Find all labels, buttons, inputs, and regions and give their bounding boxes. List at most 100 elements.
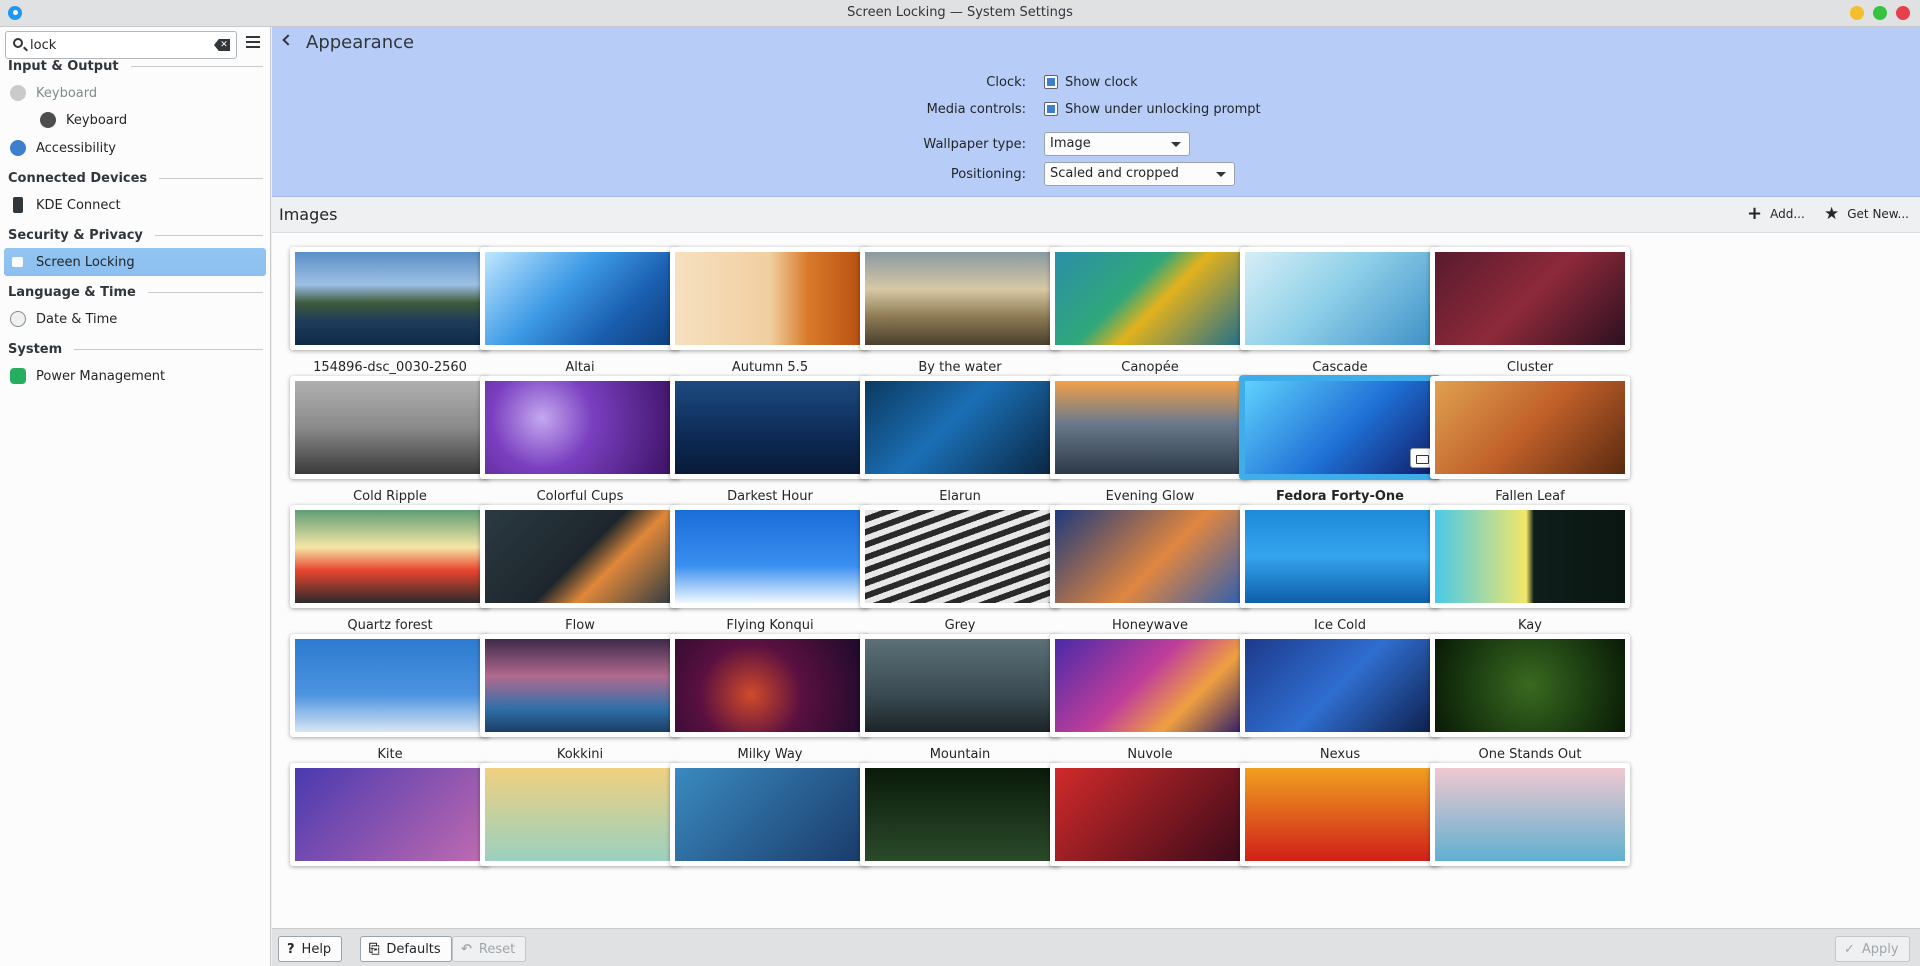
search-input[interactable] <box>30 36 210 54</box>
wallpaper-thumbnail[interactable] <box>670 763 870 866</box>
get-new-button[interactable]: ★ Get New... <box>1824 206 1909 223</box>
wallpaper-tile[interactable]: FlowSandra Smukaste <box>480 505 680 655</box>
sidebar-item-keyboard[interactable]: Keyboard <box>4 106 266 134</box>
wallpaper-thumbnail[interactable] <box>1050 634 1250 737</box>
wallpaper-preview-image <box>865 510 1055 603</box>
hamburger-menu-icon[interactable] <box>246 36 260 48</box>
wallpaper-thumbnail[interactable] <box>480 376 680 479</box>
wallpaper-preview-image <box>485 639 675 732</box>
wallpaper-tile[interactable]: 154896-dsc_0030-2560 <box>290 247 490 397</box>
search-field[interactable]: ✕ <box>5 31 237 59</box>
wallpaper-thumbnail[interactable] <box>1050 505 1250 608</box>
wallpaper-thumbnail[interactable] <box>290 763 490 866</box>
wallpaper-tile[interactable]: Fallen LeafMartin Klapetek <box>1430 376 1630 526</box>
wallpaper-thumbnail[interactable] <box>860 376 1060 479</box>
wallpaper-tile[interactable]: CascadeKen Vermette <box>1240 247 1440 397</box>
clear-search-icon[interactable]: ✕ <box>214 39 230 51</box>
wallpaper-tile[interactable]: Ice ColdSantiago Cézar <box>1240 505 1440 655</box>
sidebar-item-accessibility[interactable]: Accessibility <box>4 134 266 162</box>
wallpaper-thumbnail[interactable] <box>290 247 490 350</box>
back-arrow-icon[interactable] <box>282 34 294 46</box>
wallpaper-tile[interactable] <box>480 763 680 913</box>
sidebar-item-screen-locking[interactable]: Screen Locking <box>4 248 266 276</box>
wallpaper-tile[interactable]: Kayruvkr <box>1430 505 1630 655</box>
wallpaper-thumbnail[interactable] <box>860 634 1060 737</box>
positioning-dropdown[interactable]: Scaled and cropped <box>1044 162 1235 186</box>
wallpaper-tile[interactable]: NuvoleKrystian Zajdel <box>1050 634 1250 784</box>
wallpaper-thumbnail[interactable] <box>480 763 680 866</box>
wallpaper-tile[interactable] <box>1430 763 1630 913</box>
wallpaper-tile[interactable] <box>860 763 1060 913</box>
sidebar-item-power-management[interactable]: Power Management <box>4 362 266 390</box>
sidebar-item-keyboard-parent[interactable]: Keyboard <box>4 79 266 107</box>
wallpaper-thumbnail[interactable] <box>480 634 680 737</box>
media-controls-option-label[interactable]: Show under unlocking prompt <box>1065 102 1261 117</box>
wallpaper-tile[interactable] <box>290 763 490 913</box>
wallpaper-tile[interactable]: HoneywaveKen Vermette <box>1050 505 1250 655</box>
show-clock-checkbox[interactable] <box>1044 75 1058 89</box>
wallpaper-thumbnail[interactable] <box>1240 247 1440 350</box>
wallpaper-thumbnail[interactable] <box>1430 634 1630 737</box>
wallpaper-thumbnail[interactable] <box>1430 505 1630 608</box>
maximize-button[interactable] <box>1873 6 1887 20</box>
open-folder-icon[interactable] <box>1410 448 1432 468</box>
wallpaper-thumbnail[interactable] <box>670 634 870 737</box>
wallpaper-thumbnail[interactable] <box>480 247 680 350</box>
wallpaper-thumbnail[interactable] <box>290 505 490 608</box>
wallpaper-tile[interactable]: Evening GlowIan Hex <box>1050 376 1250 526</box>
wallpaper-tile[interactable]: GreySigi Sagi <box>860 505 1060 655</box>
wallpaper-thumbnail[interactable] <box>860 247 1060 350</box>
wallpaper-thumbnail[interactable] <box>1430 247 1630 350</box>
wallpaper-thumbnail[interactable] <box>290 376 490 479</box>
apply-button[interactable]: ✓ Apply <box>1835 936 1910 962</box>
sidebar-item-date-time[interactable]: Date & Time <box>4 305 266 333</box>
wallpaper-tile[interactable]: Milky Wayruvkr <box>670 634 870 784</box>
wallpaper-tile[interactable]: By the waterMaciej Wiklo <box>860 247 1060 397</box>
wallpaper-thumbnail[interactable] <box>860 763 1060 866</box>
help-button[interactable]: ? Help <box>278 936 343 962</box>
wallpaper-thumbnail[interactable] <box>1240 763 1440 866</box>
wallpaper-tile[interactable] <box>670 763 870 913</box>
wallpaper-thumbnail[interactable] <box>1240 634 1440 737</box>
wallpaper-thumbnail[interactable] <box>860 505 1060 608</box>
wallpaper-tile[interactable]: Darkest HourRisto Saukonpää <box>670 376 870 526</box>
wallpaper-thumbnail[interactable] <box>1050 763 1250 866</box>
wallpaper-tile[interactable]: KokkiniKen Vermette <box>480 634 680 784</box>
wallpaper-thumbnail[interactable] <box>480 505 680 608</box>
close-button[interactable] <box>1896 6 1910 20</box>
wallpaper-tile[interactable]: One Stands OutRisto Saukonpää <box>1430 634 1630 784</box>
wallpaper-tile[interactable]: Colorful CupsDmitri Popov <box>480 376 680 526</box>
wallpaper-thumbnail[interactable] <box>670 247 870 350</box>
wallpaper-thumbnail[interactable] <box>1430 763 1630 866</box>
media-controls-checkbox[interactable] <box>1044 102 1058 116</box>
wallpaper-tile[interactable]: Flying KonquiTimothée Giet <box>670 505 870 655</box>
wallpaper-thumbnail[interactable] <box>290 634 490 737</box>
wallpaper-preview-image <box>1435 510 1625 603</box>
wallpaper-tile[interactable]: AltaiAlesya Khoteeva <box>480 247 680 397</box>
wallpaper-thumbnail[interactable] <box>1430 376 1630 479</box>
wallpaper-thumbnail[interactable] <box>1240 505 1440 608</box>
wallpaper-tile[interactable]: MountainAndy Betts <box>860 634 1060 784</box>
add-button[interactable]: + Add... <box>1747 205 1805 223</box>
wallpaper-tile[interactable]: CanopéeKen Vermette <box>1050 247 1250 397</box>
wallpaper-tile[interactable]: ElarunNuno Pinheiro <box>860 376 1060 526</box>
reset-button[interactable]: ↶ Reset <box>452 936 527 962</box>
wallpaper-tile[interactable]: Fedora Forty-OneFedora KDE SIG <box>1240 376 1440 526</box>
wallpaper-thumbnail[interactable] <box>1050 247 1250 350</box>
defaults-button[interactable]: ⎘ Defaults <box>360 936 452 962</box>
sidebar-item-kde-connect[interactable]: KDE Connect <box>4 191 266 219</box>
wallpaper-tile[interactable]: Autumn 5.5RJ Quiralta <box>670 247 870 397</box>
wallpaper-type-dropdown[interactable]: Image <box>1044 132 1190 156</box>
wallpaper-thumbnail[interactable] <box>1050 376 1250 479</box>
wallpaper-tile[interactable]: ClusterKen Vermette <box>1430 247 1630 397</box>
minimize-button[interactable] <box>1850 6 1864 20</box>
wallpaper-thumbnail[interactable] <box>670 505 870 608</box>
wallpaper-thumbnail[interactable] <box>670 376 870 479</box>
wallpaper-tile[interactable]: NexusKrystian Zajdel <box>1240 634 1440 784</box>
wallpaper-tile[interactable] <box>1050 763 1250 913</box>
wallpaper-tile[interactable]: KiteRisto Saukonpää <box>290 634 490 784</box>
wallpaper-tile[interactable] <box>1240 763 1440 913</box>
show-clock-label[interactable]: Show clock <box>1065 75 1138 90</box>
wallpaper-tile[interactable]: Quartz forest <box>290 505 490 655</box>
wallpaper-tile[interactable]: Cold RippleRisto Saukonpää <box>290 376 490 526</box>
